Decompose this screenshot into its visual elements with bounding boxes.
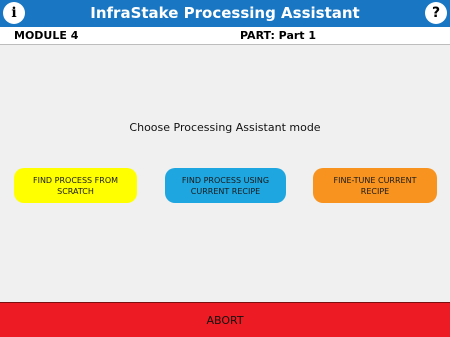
abort-button[interactable]: ABORT (0, 302, 450, 337)
help-icon[interactable]: ? (425, 2, 447, 24)
title-bar: i InfraStake Processing Assistant ? (0, 0, 450, 27)
mode-prompt: Choose Processing Assistant mode (129, 121, 321, 134)
find-process-from-scratch-button[interactable]: FIND PROCESS FROM SCRATCH (14, 168, 137, 203)
context-bar: MODULE 4 PART: Part 1 (0, 27, 450, 45)
app-title: InfraStake Processing Assistant (90, 4, 360, 22)
module-label: MODULE 4 (14, 29, 79, 42)
find-process-using-current-recipe-button[interactable]: FIND PROCESS USING CURRENT RECIPE (165, 168, 286, 203)
fine-tune-current-recipe-button[interactable]: FINE-TUNE CURRENT RECIPE (313, 168, 437, 203)
part-label: PART: Part 1 (240, 29, 317, 42)
